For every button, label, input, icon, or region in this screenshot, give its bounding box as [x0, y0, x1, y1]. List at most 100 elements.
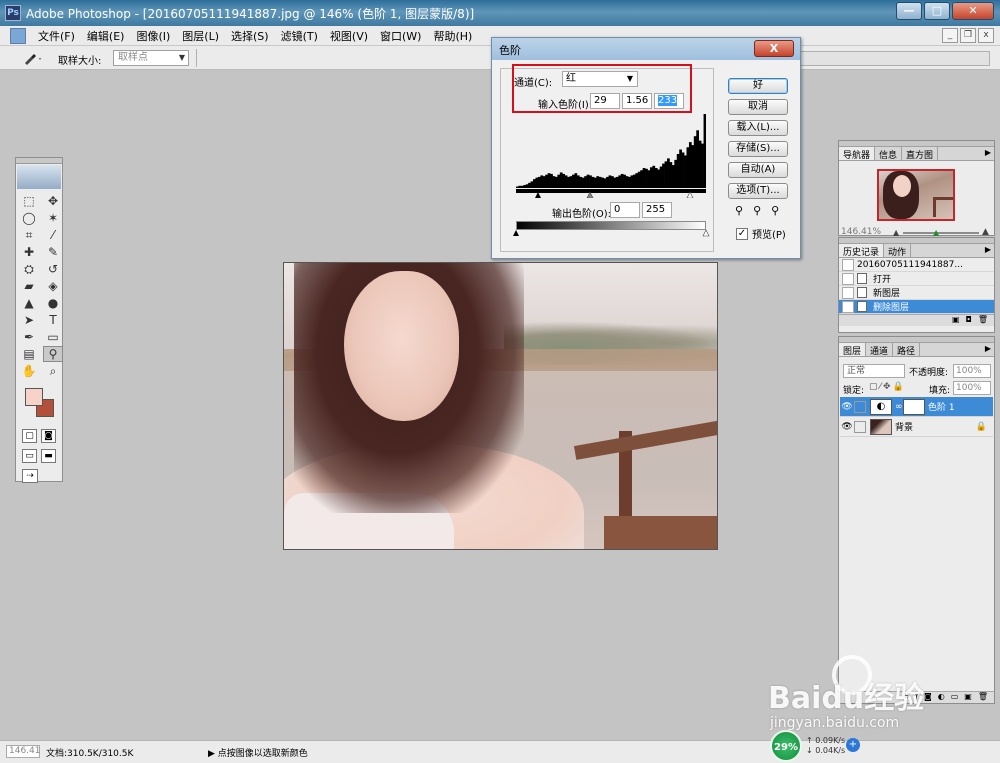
dodge-tool-icon[interactable]: ● [43, 295, 63, 311]
opacity-field[interactable]: 100% [953, 364, 991, 378]
new-document-from-state-icon[interactable]: ▣ [952, 315, 960, 326]
tab-layers[interactable]: 图层 [839, 343, 867, 357]
fullscreen-menu-mode-icon[interactable]: ▬ [41, 449, 56, 463]
cancel-button[interactable]: 取消 [728, 99, 788, 115]
tab-channels[interactable]: 通道 [866, 343, 894, 357]
new-snapshot-icon[interactable]: ◘ [966, 315, 972, 326]
foreground-color-swatch[interactable] [25, 388, 43, 406]
close-window-button[interactable]: ✕ [952, 2, 994, 20]
adobe-feather-icon[interactable] [17, 165, 61, 189]
levels-close-button[interactable]: X [754, 40, 794, 57]
preview-checkbox[interactable]: ✓ [736, 227, 748, 240]
maximize-button[interactable]: □ [924, 2, 950, 20]
tab-actions[interactable]: 动作 [884, 244, 912, 258]
document-size[interactable]: 文档:310.5K/310.5K [46, 746, 133, 759]
navigator-zoom-value[interactable]: 146.41% [841, 227, 881, 237]
zoom-tool-icon[interactable]: ⌕ [43, 363, 63, 379]
blend-mode-select[interactable]: 正常 [843, 364, 905, 378]
zoom-in-icon[interactable]: ▲ [982, 227, 989, 237]
standard-mode-icon[interactable]: ▢ [22, 429, 37, 443]
save-button[interactable]: 存储(S)... [728, 141, 788, 157]
history-item[interactable]: 新图层 [839, 286, 994, 300]
background-layer-thumbnail[interactable] [870, 418, 892, 435]
menu-layer[interactable]: 图层(L) [176, 28, 225, 44]
output-white-field[interactable]: 255 [642, 202, 672, 218]
lasso-tool-icon[interactable]: ◯ [19, 210, 39, 226]
input-gamma-slider[interactable] [586, 191, 594, 198]
tab-navigator[interactable]: 导航器 [839, 147, 876, 161]
input-black-slider[interactable] [535, 192, 541, 198]
doc-minimize-button[interactable]: _ [942, 28, 958, 43]
screen-mode-icon[interactable]: ▭ [22, 449, 37, 463]
output-black-slider[interactable] [513, 230, 519, 236]
crop-tool-icon[interactable]: ⌗ [19, 227, 39, 243]
zoom-slider-track[interactable] [903, 232, 979, 234]
tab-paths[interactable]: 路径 [893, 343, 921, 357]
paint-bucket-tool-icon[interactable]: ◈ [43, 278, 63, 294]
menu-window[interactable]: 窗口(W) [374, 28, 427, 44]
layer-row-levels[interactable]: 👁 ◐ ∞ 色阶 1 [840, 397, 993, 417]
output-black-field[interactable]: 0 [610, 202, 640, 218]
white-point-eyedropper-icon[interactable]: ⚲ [771, 204, 779, 217]
tab-info[interactable]: 信息 [875, 147, 903, 161]
menu-file[interactable]: 文件(F) [32, 28, 81, 44]
eyedropper-icon[interactable] [22, 50, 44, 66]
path-selection-tool-icon[interactable]: ➤ [19, 312, 39, 328]
fill-field[interactable]: 100% [953, 381, 991, 395]
shape-tool-icon[interactable]: ▭ [43, 329, 63, 345]
visibility-eye-icon[interactable]: 👁 [840, 422, 854, 432]
status-zoom-field[interactable]: 146.41 [6, 745, 41, 758]
layer-mask-thumbnail[interactable] [903, 398, 925, 415]
history-item[interactable]: 打开 [839, 272, 994, 286]
zoom-slider-knob[interactable]: ▲ [933, 228, 939, 237]
history-brush-source-box[interactable] [842, 300, 854, 313]
layer-link-box[interactable] [854, 400, 866, 413]
load-button[interactable]: 载入(L)... [728, 120, 788, 136]
tab-histogram[interactable]: 直方图 [902, 147, 939, 161]
menu-select[interactable]: 选择(S) [225, 28, 275, 44]
plus-icon[interactable]: + [846, 738, 860, 752]
tab-history[interactable]: 历史记录 [839, 244, 885, 258]
history-brush-source-box[interactable] [842, 258, 854, 271]
auto-button[interactable]: 自动(A) [728, 162, 788, 178]
trash-icon[interactable]: 🗑 [978, 315, 988, 326]
black-point-eyedropper-icon[interactable]: ⚲ [735, 204, 743, 217]
move-tool-icon[interactable]: ✥ [43, 193, 63, 209]
preview-checkbox-row[interactable]: ✓ 预览(P) [736, 226, 786, 241]
toolbox-drag-handle[interactable] [16, 158, 62, 164]
menu-view[interactable]: 视图(V) [324, 28, 374, 44]
layer-link-box[interactable] [854, 420, 866, 433]
clone-stamp-tool-icon[interactable]: ⛭ [19, 261, 39, 277]
photoshop-document-icon[interactable] [10, 27, 26, 44]
eyedropper-tool-icon[interactable]: ⚲ [43, 346, 63, 362]
chain-link-icon[interactable]: ∞ [895, 402, 903, 412]
slice-tool-icon[interactable]: ⁄ [43, 227, 63, 243]
gray-point-eyedropper-icon[interactable]: ⚲ [753, 204, 761, 217]
document-canvas[interactable] [283, 262, 718, 550]
panel-menu-icon[interactable]: ▶ [985, 245, 991, 254]
sample-size-select[interactable]: 取样点 ▼ [113, 50, 189, 66]
marquee-tool-icon[interactable]: ⬚ [19, 193, 39, 209]
options-button[interactable]: 选项(T)... [728, 183, 788, 199]
lock-icons[interactable]: ▢⁄✥🔒 [869, 382, 906, 392]
jump-to-imageready-icon[interactable]: ⇢ [22, 469, 38, 483]
pen-tool-icon[interactable]: ✒ [19, 329, 39, 345]
history-snapshot[interactable]: 20160705111941887... [839, 258, 994, 272]
output-white-slider[interactable] [702, 229, 710, 237]
brush-tool-icon[interactable]: ✎ [43, 244, 63, 260]
ok-button[interactable]: 好 [728, 78, 788, 94]
eraser-tool-icon[interactable]: ▰ [19, 278, 39, 294]
layer-row-background[interactable]: 👁 背景 🔒 [840, 417, 993, 437]
menu-edit[interactable]: 编辑(E) [81, 28, 131, 44]
menu-image[interactable]: 图像(I) [130, 28, 176, 44]
menu-help[interactable]: 帮助(H) [427, 28, 478, 44]
history-item-selected[interactable]: 删除图层 [839, 300, 994, 314]
history-brush-tool-icon[interactable]: ↺ [43, 261, 63, 277]
panel-menu-icon[interactable]: ▶ [985, 344, 991, 353]
magic-wand-tool-icon[interactable]: ✶ [43, 210, 63, 226]
panel-menu-icon[interactable]: ▶ [985, 148, 991, 157]
type-tool-icon[interactable]: T [43, 312, 63, 328]
notes-tool-icon[interactable]: ▤ [19, 346, 39, 362]
visibility-eye-icon[interactable]: 👁 [840, 402, 854, 412]
hand-tool-icon[interactable]: ✋ [19, 363, 39, 379]
